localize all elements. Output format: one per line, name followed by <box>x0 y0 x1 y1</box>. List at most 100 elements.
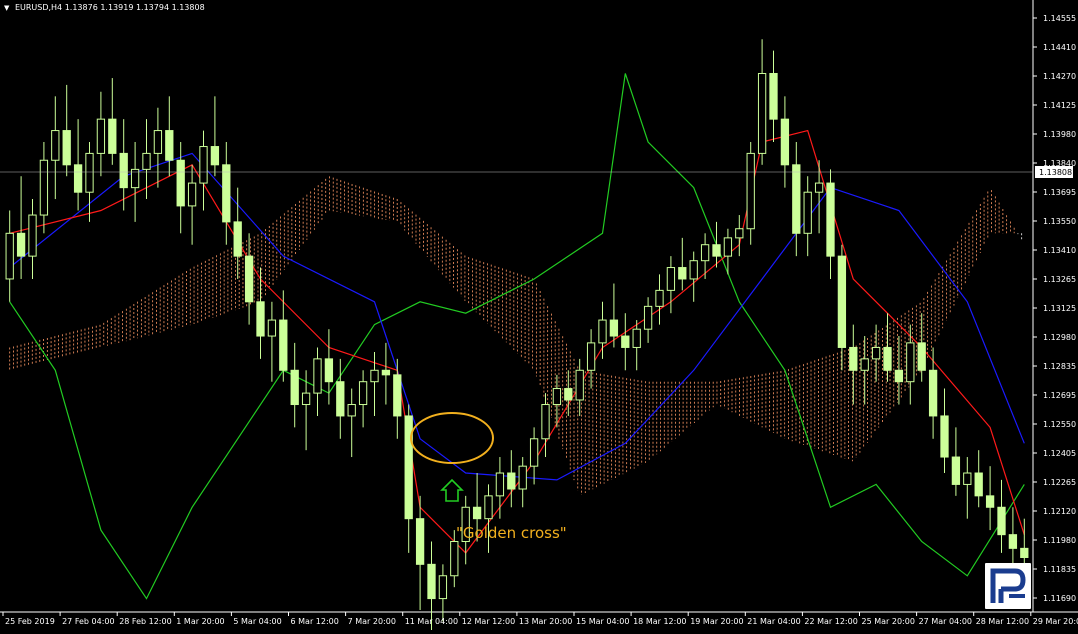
candle-body <box>507 472 516 490</box>
price-chart[interactable]: 1.14555 1.14410 1.14270 1.14125 1.13980 1.138… <box>0 0 1078 634</box>
price-tick-label: 1.14410 <box>1043 43 1076 52</box>
time-tick-label: 27 Mar 04:00 <box>919 617 972 626</box>
candle-body <box>700 244 710 262</box>
candle-body <box>849 346 858 371</box>
price-tick-label: 1.14125 <box>1043 101 1076 110</box>
candle-body <box>951 456 961 485</box>
candle-body <box>860 358 869 371</box>
candle-body <box>370 369 379 383</box>
candle-body <box>5 232 14 280</box>
time-tick-label: 29 Mar 20:00 <box>1033 617 1078 626</box>
candle-body <box>769 72 778 120</box>
candle-body <box>518 465 527 490</box>
price-tick-label: 1.12695 <box>1043 391 1076 400</box>
candle-body <box>199 146 208 184</box>
price-tick-label: 1.13550 <box>1043 217 1076 226</box>
time-tick-label: 13 Mar 20:00 <box>519 617 572 626</box>
candle-body <box>609 319 619 337</box>
time-tick-label: 12 Mar 12:00 <box>462 617 515 626</box>
candle-body <box>393 374 402 417</box>
time-tick-label: 5 Mar 04:00 <box>233 617 281 626</box>
candle-body <box>176 159 185 207</box>
current-price-label: 1.13808 <box>1039 168 1072 177</box>
symbol-header[interactable]: ▼ EURUSD,H4 1.13876 1.13919 1.13794 1.13… <box>4 3 205 12</box>
candle-body <box>495 472 505 497</box>
price-tick-label: 1.12265 <box>1043 478 1076 487</box>
candle-body <box>415 518 425 565</box>
candle-body <box>678 267 687 280</box>
price-tick-label: 1.12835 <box>1043 362 1076 371</box>
time-tick-label: 6 Mar 12:00 <box>291 617 339 626</box>
candle-body <box>541 404 550 440</box>
candle-body <box>826 182 835 257</box>
candle-body <box>564 388 573 401</box>
candle-body <box>108 118 117 154</box>
candle-body <box>142 152 151 170</box>
candle-body <box>256 301 265 337</box>
candle-body <box>792 164 801 234</box>
candle-body <box>313 358 322 394</box>
candle-body <box>153 130 163 154</box>
candle-body <box>381 369 391 376</box>
candle-body <box>666 267 676 291</box>
candle-body <box>712 244 721 257</box>
candle-body <box>655 289 664 307</box>
chart-window[interactable]: 1.14555 1.14410 1.14270 1.14125 1.13980 1.138… <box>0 0 1078 634</box>
candle-body <box>621 335 630 348</box>
candle-body <box>358 381 368 406</box>
time-tick-label: 27 Feb 04:00 <box>62 617 114 626</box>
candle-body <box>757 72 767 154</box>
candle-body <box>894 369 904 383</box>
candle-body <box>347 404 356 417</box>
candle-body <box>974 472 983 497</box>
candle-body <box>324 358 334 383</box>
candle-body <box>290 369 299 406</box>
candle-body <box>1008 534 1018 549</box>
candle-body <box>484 495 493 520</box>
price-tick-label: 1.12550 <box>1043 420 1076 429</box>
candle-body <box>73 164 83 193</box>
price-tick-label: 1.13980 <box>1043 130 1076 139</box>
candle-body <box>1020 547 1029 558</box>
price-tick-label: 1.14270 <box>1043 72 1076 81</box>
candle-body <box>552 388 562 406</box>
candle-body <box>427 563 436 600</box>
price-tick-label: 1.13410 <box>1043 246 1076 255</box>
time-tick-label: 11 Mar 04:00 <box>405 617 458 626</box>
time-tick-label: 28 Mar 12:00 <box>976 617 1029 626</box>
candle-body <box>723 237 733 257</box>
candle-body <box>746 152 755 230</box>
time-tick-label: 1 Mar 20:00 <box>176 617 224 626</box>
candle-body <box>233 221 242 257</box>
candle-body <box>96 118 106 154</box>
candle-body <box>689 260 698 280</box>
candle-body <box>963 472 972 485</box>
price-tick-label: 1.12120 <box>1043 507 1076 516</box>
candle-body <box>837 255 847 348</box>
candle-body <box>244 255 254 303</box>
time-tick-label: 18 Mar 12:00 <box>633 617 686 626</box>
candle-body <box>575 369 584 401</box>
price-tick-label: 1.11980 <box>1043 536 1076 545</box>
candle-body <box>119 152 128 189</box>
candle-body <box>803 191 812 234</box>
candle-body <box>643 305 653 330</box>
candle-body <box>165 130 174 161</box>
time-tick-label: 28 Feb 12:00 <box>119 617 171 626</box>
candle-body <box>906 342 915 383</box>
price-tick-label: 1.12980 <box>1043 333 1076 342</box>
time-tick-label: 7 Mar 20:00 <box>348 617 396 626</box>
candle-body <box>39 159 49 216</box>
candle-body <box>883 346 892 371</box>
price-tick-label: 1.14555 <box>1043 14 1076 23</box>
price-tick-label: 1.11835 <box>1043 565 1076 574</box>
candle-body <box>928 369 938 417</box>
time-tick-label: 15 Mar 04:00 <box>576 617 629 626</box>
candle-body <box>301 392 311 406</box>
candle-body <box>267 319 277 337</box>
time-tick-label: 25 Mar 20:00 <box>862 617 915 626</box>
candle-body <box>632 328 641 348</box>
symbol-name: EURUSD,H4 <box>14 3 63 12</box>
candle-body <box>62 130 71 166</box>
triangle-down-icon[interactable]: ▼ <box>4 4 9 12</box>
